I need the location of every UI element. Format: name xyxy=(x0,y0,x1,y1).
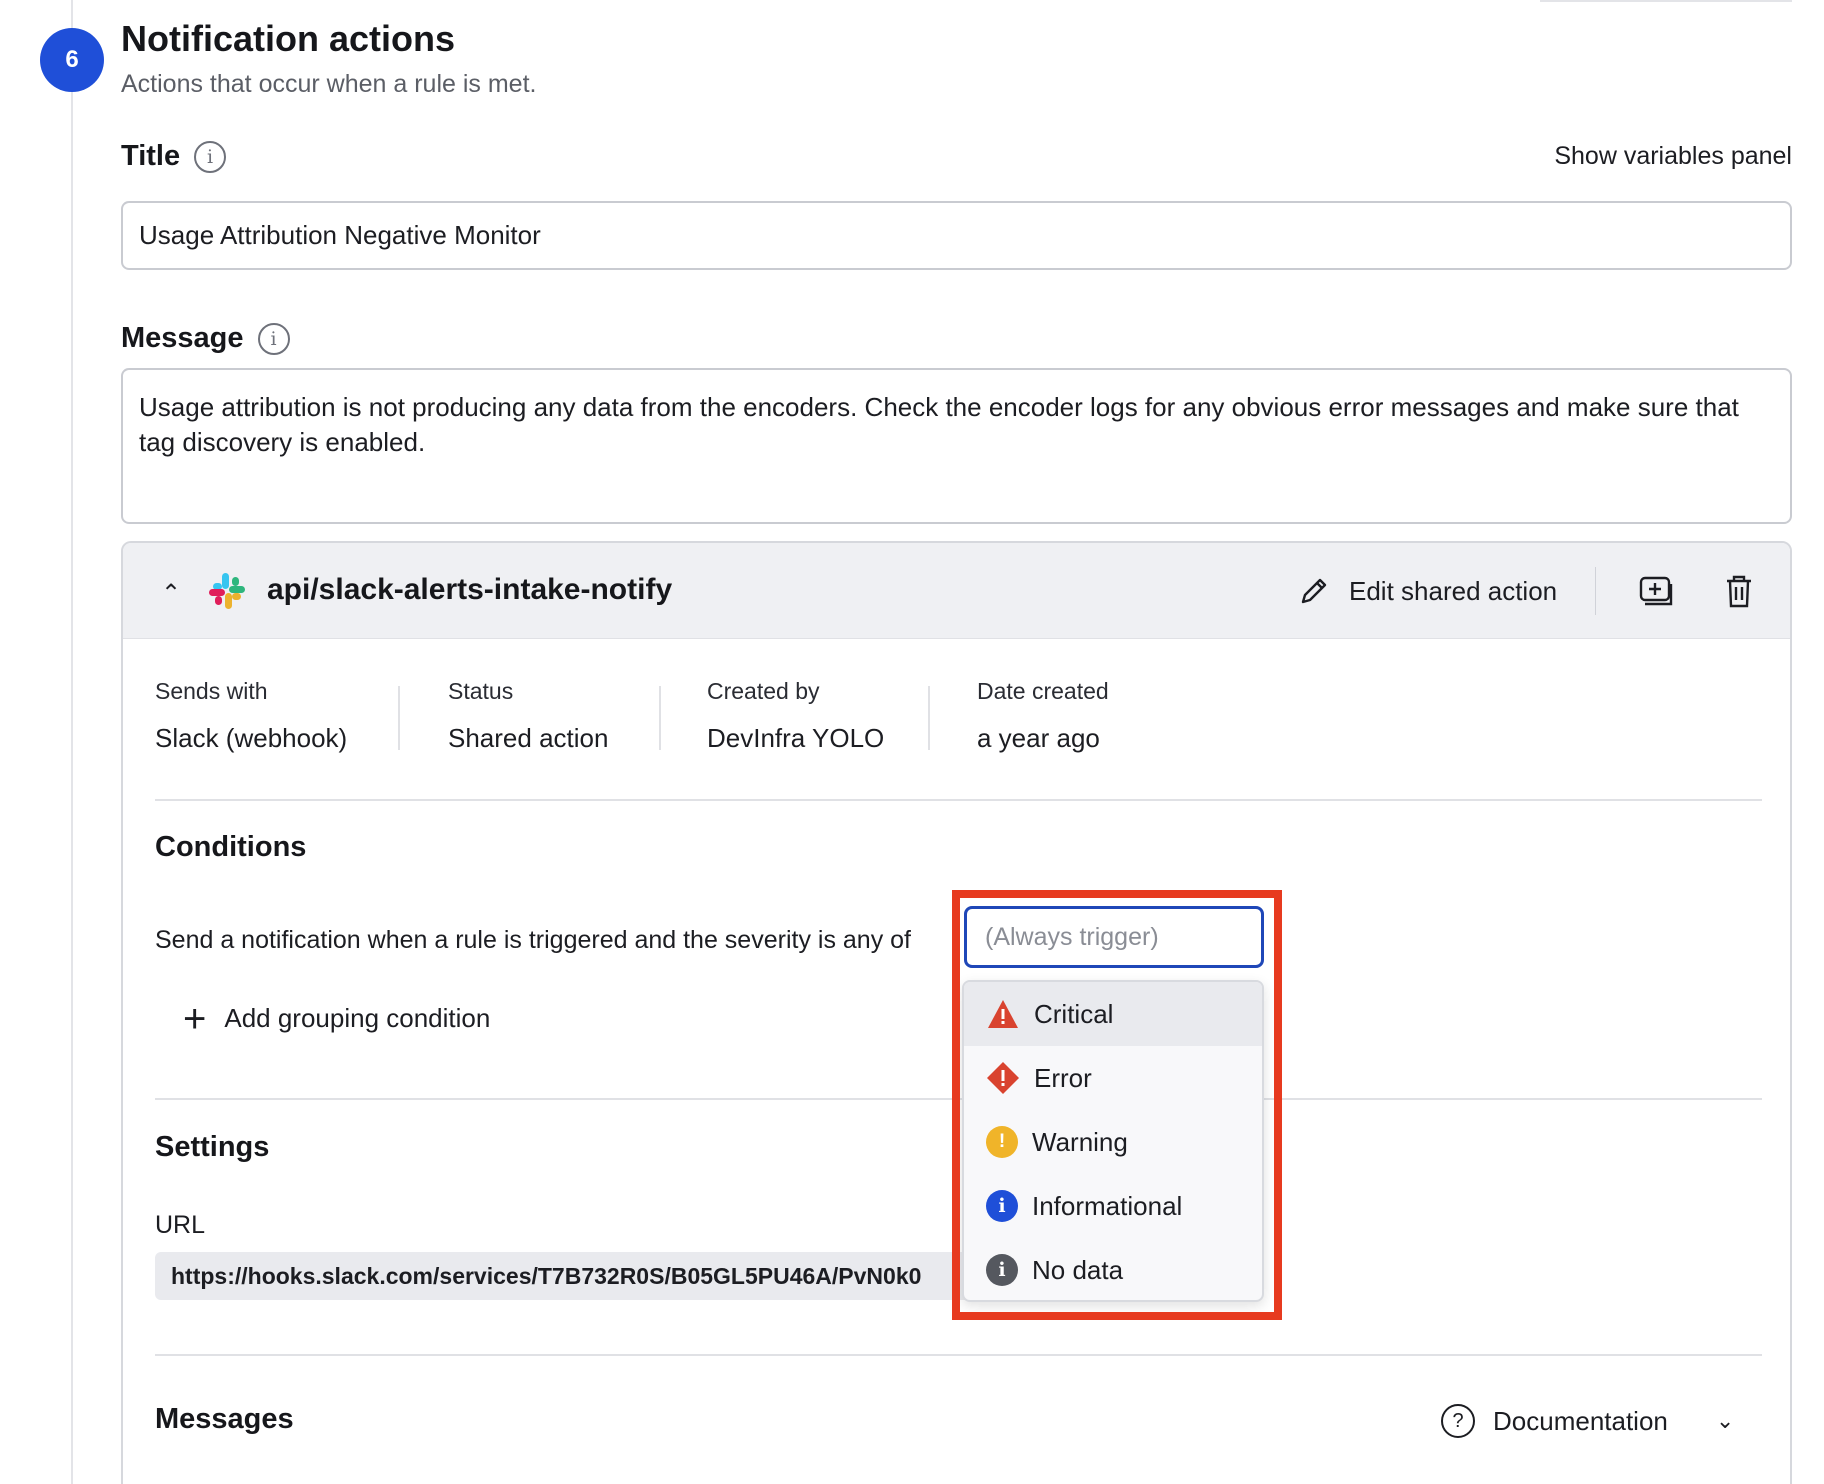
conditions-sentence: Send a notification when a rule is trigg… xyxy=(155,926,911,954)
meta-separator xyxy=(928,686,930,750)
severity-dropdown: Critical Error ! Warning i Informational… xyxy=(962,980,1264,1302)
divider xyxy=(155,1354,1762,1356)
step-rail xyxy=(71,0,73,1484)
info-circle-icon: i xyxy=(986,1190,1018,1222)
message-label-row: Message i xyxy=(121,322,290,355)
section-subtitle: Actions that occur when a rule is met. xyxy=(121,70,537,98)
title-label: Title xyxy=(121,140,181,172)
message-textarea[interactable]: Usage attribution is not producing any d… xyxy=(121,368,1792,524)
settings-heading: Settings xyxy=(155,1131,270,1163)
meta-date-created: Date created a year ago xyxy=(977,678,1109,754)
meta-key: Date created xyxy=(977,678,1109,704)
duplicate-icon xyxy=(1639,576,1673,606)
header-separator xyxy=(1595,567,1596,615)
option-label: Error xyxy=(1034,1062,1092,1093)
show-variables-panel-link[interactable]: Show variables panel xyxy=(1554,142,1792,171)
option-label: No data xyxy=(1032,1254,1124,1285)
meta-key: Created by xyxy=(707,678,820,704)
chevron-down-icon: ⌄ xyxy=(1715,1408,1735,1433)
url-label: URL xyxy=(155,1211,206,1239)
meta-value: DevInfra YOLO xyxy=(707,723,885,753)
meta-key: Sends with xyxy=(155,678,268,704)
delete-action-button[interactable] xyxy=(1719,571,1759,611)
message-info-icon[interactable]: i xyxy=(257,322,290,355)
critical-triangle-icon xyxy=(988,1000,1018,1028)
title-input[interactable]: Usage Attribution Negative Monitor xyxy=(121,201,1792,270)
severity-option-informational[interactable]: i Informational xyxy=(964,1174,1262,1238)
meta-status: Status Shared action xyxy=(448,678,608,754)
title-label-row: Title i xyxy=(121,140,227,173)
divider xyxy=(155,1098,1762,1100)
webhook-url-field[interactable]: https://hooks.slack.com/services/T7B732R… xyxy=(155,1252,975,1300)
meta-separator xyxy=(398,686,400,750)
option-label: Warning xyxy=(1032,1126,1128,1157)
notification-action-card: ⌃ api/slack-alerts-intake-notify Edit sh… xyxy=(121,541,1792,1484)
title-info-icon[interactable]: i xyxy=(194,140,227,173)
option-label: Informational xyxy=(1032,1190,1183,1221)
meta-value: Slack (webhook) xyxy=(155,723,348,753)
meta-value: a year ago xyxy=(977,723,1100,753)
error-diamond-icon xyxy=(987,1062,1019,1094)
duplicate-action-button[interactable] xyxy=(1636,571,1676,611)
warning-circle-icon: ! xyxy=(986,1126,1018,1158)
meta-separator xyxy=(659,686,661,750)
meta-sends-with: Sends with Slack (webhook) xyxy=(155,678,347,754)
trash-icon xyxy=(1727,575,1751,608)
edit-shared-action-button[interactable]: Edit shared action xyxy=(1297,571,1557,611)
step-number-badge: 6 xyxy=(40,28,104,92)
severity-option-no-data[interactable]: i No data xyxy=(964,1238,1262,1300)
message-label: Message xyxy=(121,322,244,354)
option-label: Critical xyxy=(1034,998,1114,1029)
severity-option-critical[interactable]: Critical xyxy=(964,982,1262,1046)
action-card-header: ⌃ api/slack-alerts-intake-notify Edit sh… xyxy=(123,543,1790,639)
meta-created-by: Created by DevInfra YOLO xyxy=(707,678,884,754)
collapse-chevron-icon[interactable]: ⌃ xyxy=(161,579,181,608)
add-grouping-condition-label: Add grouping condition xyxy=(224,1003,491,1033)
action-name: api/slack-alerts-intake-notify xyxy=(267,573,673,606)
severity-select[interactable]: (Always trigger) xyxy=(964,906,1264,968)
plus-icon: + xyxy=(183,996,207,1041)
no-data-circle-icon: i xyxy=(986,1254,1018,1286)
documentation-toggle[interactable]: ? Documentation ⌄ xyxy=(1441,1404,1734,1438)
meta-key: Status xyxy=(448,678,514,704)
divider xyxy=(155,799,1762,801)
severity-option-warning[interactable]: ! Warning xyxy=(964,1110,1262,1174)
messages-heading: Messages xyxy=(155,1403,294,1435)
section-title: Notification actions xyxy=(121,18,456,59)
documentation-label: Documentation xyxy=(1493,1405,1668,1436)
top-divider xyxy=(1540,0,1792,2)
meta-value: Shared action xyxy=(448,723,609,753)
severity-option-error[interactable]: Error xyxy=(964,1046,1262,1110)
edit-shared-action-label: Edit shared action xyxy=(1349,575,1558,606)
add-grouping-condition-button[interactable]: + Add grouping condition xyxy=(183,996,491,1041)
pencil-icon xyxy=(1301,578,1327,604)
conditions-heading: Conditions xyxy=(155,831,307,863)
help-circle-icon: ? xyxy=(1441,1404,1475,1438)
slack-logo-icon xyxy=(209,573,245,609)
